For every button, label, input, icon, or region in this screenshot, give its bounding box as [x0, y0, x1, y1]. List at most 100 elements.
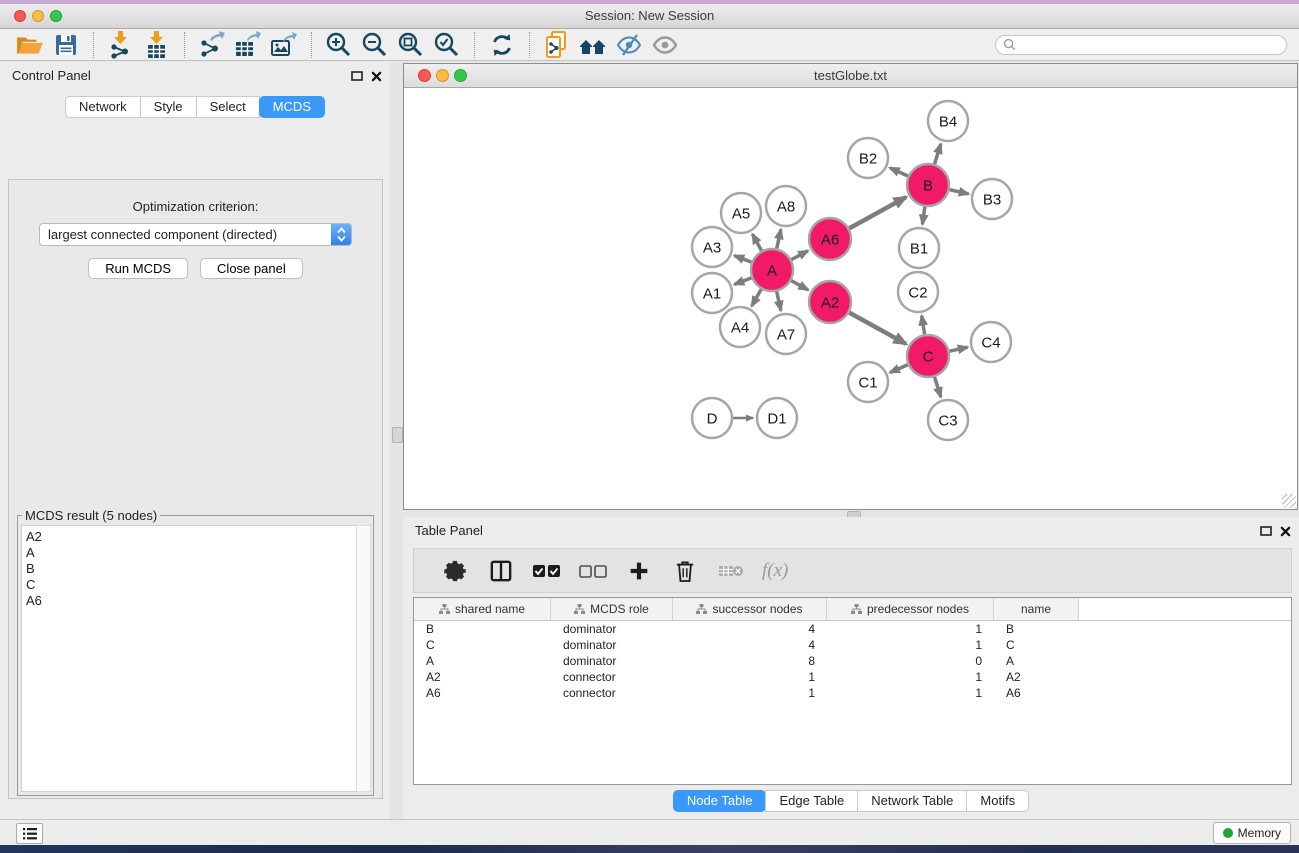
tab-select[interactable]: Select: [196, 96, 260, 118]
column-header-MCDS-role[interactable]: MCDS role: [551, 598, 673, 620]
refresh-view-icon[interactable]: [486, 31, 518, 59]
graph-node-A7[interactable]: A7: [766, 314, 806, 354]
export-network-icon[interactable]: [196, 31, 228, 59]
graph-node-A8[interactable]: A8: [766, 186, 806, 226]
memory-button[interactable]: Memory: [1213, 822, 1291, 844]
deselect-all-rows-icon[interactable]: [577, 557, 609, 585]
graph-node-A3[interactable]: A3: [692, 227, 732, 267]
graph-node-C2[interactable]: C2: [898, 272, 938, 312]
table-row[interactable]: A2connector11A2: [414, 669, 1291, 685]
export-table-icon[interactable]: [232, 31, 264, 59]
graph-node-A5[interactable]: A5: [721, 193, 761, 233]
graph-edge-A6-B[interactable]: [849, 197, 906, 228]
graph-node-A2[interactable]: A2: [809, 281, 851, 323]
graph-node-D[interactable]: D: [692, 398, 732, 438]
graph-node-B3[interactable]: B3: [972, 179, 1012, 219]
show-all-icon[interactable]: [649, 31, 681, 59]
mcds-result-item[interactable]: A2: [26, 529, 356, 545]
graph-edge-B-B2[interactable]: [890, 168, 908, 176]
network-canvas[interactable]: AA1A2A3A4A5A6A7A8BB1B2B3B4CC1C2C3C4DD1: [404, 88, 1297, 509]
graph-node-C1[interactable]: C1: [848, 362, 888, 402]
splitter-handle[interactable]: [392, 427, 403, 443]
function-builder-icon[interactable]: f(x): [762, 560, 788, 582]
table-row[interactable]: A6connector11A6: [414, 685, 1291, 701]
minimize-traffic-light[interactable]: [32, 10, 44, 22]
graph-node-A[interactable]: A: [751, 249, 793, 291]
graph-node-C3[interactable]: C3: [928, 400, 968, 440]
search-input[interactable]: [1020, 37, 1279, 53]
graph-node-A1[interactable]: A1: [692, 273, 732, 313]
minimize-traffic-light[interactable]: [436, 69, 449, 82]
close-icon[interactable]: [1280, 526, 1291, 537]
graph-edge-A-A3[interactable]: [734, 256, 751, 263]
close-traffic-light[interactable]: [418, 69, 431, 82]
graph-edge-A-A7[interactable]: [777, 291, 781, 310]
graph-edge-C-C4[interactable]: [949, 347, 967, 351]
run-mcds-button[interactable]: Run MCDS: [88, 258, 188, 279]
clone-network-icon[interactable]: [541, 31, 573, 59]
mcds-result-item[interactable]: A6: [26, 593, 356, 609]
graph-edge-B-B4[interactable]: [935, 144, 941, 164]
mcds-result-item[interactable]: C: [26, 577, 356, 593]
close-icon[interactable]: [371, 71, 382, 82]
graph-node-A6[interactable]: A6: [809, 218, 851, 260]
mcds-result-item[interactable]: A: [26, 545, 356, 561]
first-neighbors-icon[interactable]: [577, 31, 609, 59]
graph-node-C[interactable]: C: [907, 335, 949, 377]
table-row[interactable]: Adominator80A: [414, 653, 1291, 669]
table-row[interactable]: Bdominator41B: [414, 621, 1291, 637]
column-header-predecessor-nodes[interactable]: predecessor nodes: [827, 598, 994, 620]
graph-edge-A-A6[interactable]: [791, 251, 808, 260]
zoom-traffic-light[interactable]: [50, 10, 62, 22]
search-box[interactable]: [995, 35, 1287, 55]
graph-edge-B-B3[interactable]: [949, 190, 968, 194]
table-row[interactable]: Cdominator41C: [414, 637, 1291, 653]
mcds-result-item[interactable]: B: [26, 561, 356, 577]
add-row-icon[interactable]: [623, 557, 655, 585]
graph-edge-B-B1[interactable]: [922, 207, 924, 224]
graph-edge-A-A8[interactable]: [777, 229, 781, 248]
show-column-icon[interactable]: [485, 557, 517, 585]
zoom-selected-icon[interactable]: [431, 31, 463, 59]
column-header-successor-nodes[interactable]: successor nodes: [673, 598, 827, 620]
vertical-splitter[interactable]: [390, 62, 403, 820]
tab-node-table[interactable]: Node Table: [673, 790, 767, 812]
import-table-icon[interactable]: [141, 31, 173, 59]
tab-style[interactable]: Style: [140, 96, 197, 118]
table-options-icon[interactable]: [439, 557, 471, 585]
close-panel-button[interactable]: Close panel: [200, 258, 303, 279]
graph-edge-A-A5[interactable]: [752, 234, 761, 251]
graph-node-B2[interactable]: B2: [848, 138, 888, 178]
zoom-fit-icon[interactable]: [395, 31, 427, 59]
save-session-icon[interactable]: [50, 31, 82, 59]
resize-grip-icon[interactable]: [1282, 494, 1296, 508]
network-window-titlebar[interactable]: testGlobe.txt: [404, 64, 1297, 88]
delete-row-icon[interactable]: [669, 557, 701, 585]
float-window-icon[interactable]: [351, 70, 363, 82]
graph-edge-A-A2[interactable]: [791, 281, 808, 290]
delete-table-icon[interactable]: [715, 557, 747, 585]
graph-node-D1[interactable]: D1: [757, 398, 797, 438]
tab-motifs[interactable]: Motifs: [966, 790, 1029, 812]
graph-edge-A2-C[interactable]: [849, 313, 906, 344]
graph-node-B4[interactable]: B4: [928, 101, 968, 141]
graph-node-C4[interactable]: C4: [971, 322, 1011, 362]
graph-node-B1[interactable]: B1: [899, 228, 939, 268]
tab-edge-table[interactable]: Edge Table: [765, 790, 858, 812]
graph-edge-C-C1[interactable]: [890, 365, 908, 373]
graph-edge-A-A4[interactable]: [752, 289, 761, 306]
graph-edge-C-C3[interactable]: [935, 377, 941, 397]
graph-edge-A-A1[interactable]: [734, 278, 751, 285]
hide-selected-icon[interactable]: [613, 31, 645, 59]
horizontal-splitter[interactable]: [403, 510, 1299, 517]
result-list-scrollbar[interactable]: [356, 525, 371, 792]
zoom-out-icon[interactable]: [359, 31, 391, 59]
tab-mcds[interactable]: MCDS: [259, 96, 325, 118]
graph-edge-C-C2[interactable]: [922, 316, 925, 335]
import-network-icon[interactable]: [105, 31, 137, 59]
tab-network[interactable]: Network: [65, 96, 141, 118]
zoom-in-icon[interactable]: [323, 31, 355, 59]
zoom-traffic-light[interactable]: [454, 69, 467, 82]
optimization-criterion-select[interactable]: largest connected component (directed): [39, 223, 352, 246]
select-all-rows-icon[interactable]: [531, 557, 563, 585]
